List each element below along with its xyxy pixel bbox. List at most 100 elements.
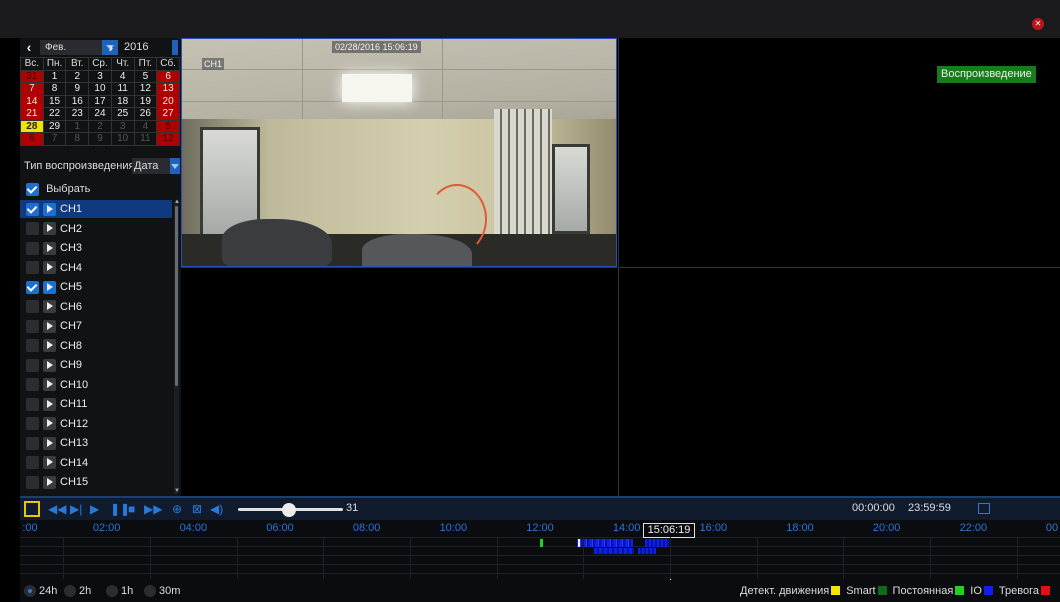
calendar-day[interactable]: 7 xyxy=(42,132,67,146)
step-forward-icon[interactable]: ▶| xyxy=(70,502,82,516)
calendar-day[interactable]: 1 xyxy=(42,69,67,83)
calendar-day[interactable]: 22 xyxy=(42,107,67,121)
checkbox-icon[interactable] xyxy=(26,182,39,196)
calendar-day[interactable]: 28 xyxy=(20,119,44,133)
radio-icon[interactable] xyxy=(64,585,76,598)
calendar-day[interactable]: 2 xyxy=(65,69,90,83)
calendar-day[interactable]: 4 xyxy=(133,119,158,133)
calendar-day[interactable]: 27 xyxy=(156,107,180,121)
year-input[interactable]: 2016 xyxy=(118,40,178,55)
radio-icon[interactable] xyxy=(24,585,36,598)
calendar-day[interactable]: 16 xyxy=(65,94,90,108)
calendar-day[interactable]: 24 xyxy=(88,107,112,121)
play-icon[interactable]: ▶ xyxy=(90,502,99,516)
next-month-icon[interactable]: › xyxy=(104,38,118,56)
calendar-day[interactable]: 23 xyxy=(65,107,90,121)
calendar-day[interactable]: 6 xyxy=(20,132,44,146)
video-tile-3[interactable] xyxy=(181,267,617,496)
zoom-icon[interactable]: ⊕ xyxy=(172,502,182,516)
calendar-day[interactable]: 19 xyxy=(133,94,158,108)
calendar-day[interactable]: 10 xyxy=(110,132,135,146)
channel-item[interactable]: CH11 xyxy=(20,395,172,413)
checkbox-icon[interactable] xyxy=(26,417,39,431)
rewind-icon[interactable]: ◀◀ xyxy=(48,502,66,516)
channel-scrollbar[interactable]: ▲ ▼ xyxy=(174,199,180,494)
scrollbar-thumb[interactable] xyxy=(175,206,178,386)
channel-item[interactable]: CH2 xyxy=(20,220,172,238)
calendar-day[interactable]: 12 xyxy=(156,132,180,146)
checkbox-icon[interactable] xyxy=(26,339,39,353)
calendar-day[interactable]: 2 xyxy=(88,119,112,133)
channel-item[interactable]: CH14 xyxy=(20,454,172,472)
year-spinner[interactable] xyxy=(172,40,178,55)
checkbox-icon[interactable] xyxy=(26,319,39,333)
play-icon[interactable] xyxy=(43,475,56,489)
prev-month-icon[interactable]: ‹ xyxy=(22,38,36,56)
play-icon[interactable] xyxy=(43,378,56,392)
calendar-day[interactable]: 31 xyxy=(20,69,44,83)
calendar-day[interactable]: 9 xyxy=(88,132,112,146)
calendar-day[interactable]: 18 xyxy=(110,94,135,108)
channel-item[interactable]: CH1 xyxy=(20,200,172,218)
channel-item[interactable]: CH7 xyxy=(20,317,172,335)
calendar-day[interactable]: 14 xyxy=(20,94,44,108)
channel-item[interactable]: CH5 xyxy=(20,278,172,296)
channel-item[interactable]: CH10 xyxy=(20,376,172,394)
volume-icon[interactable]: ◀) xyxy=(210,502,223,516)
calendar-day[interactable]: 17 xyxy=(88,94,112,108)
calendar-day[interactable]: 21 xyxy=(20,107,44,121)
calendar-day[interactable]: 15 xyxy=(42,94,67,108)
play-icon[interactable] xyxy=(43,241,56,255)
calendar-day[interactable]: 10 xyxy=(88,82,112,96)
scroll-up-icon[interactable]: ▲ xyxy=(174,199,180,205)
calendar-icon[interactable] xyxy=(978,503,990,514)
calendar-day[interactable]: 3 xyxy=(110,119,135,133)
zoom-option-24h[interactable]: 24h xyxy=(24,585,57,598)
calendar-day[interactable]: 1 xyxy=(65,119,90,133)
checkbox-icon[interactable] xyxy=(26,202,39,216)
checkbox-icon[interactable] xyxy=(26,475,39,489)
playback-button[interactable]: Воспроизведение xyxy=(937,66,1036,83)
calendar-day[interactable]: 5 xyxy=(133,69,158,83)
play-icon[interactable] xyxy=(43,339,56,353)
scroll-down-icon[interactable]: ▼ xyxy=(174,488,180,494)
clip-icon[interactable]: ⊠ xyxy=(192,502,202,516)
channel-item[interactable]: CH13 xyxy=(20,434,172,452)
start-time[interactable]: 00:00:00 xyxy=(852,502,895,514)
video-tile-2[interactable]: Воспроизведение xyxy=(618,38,1060,267)
calendar-day[interactable]: 7 xyxy=(20,82,44,96)
fast-forward-icon[interactable]: ▶▶ xyxy=(144,502,162,516)
channel-item[interactable]: CH9 xyxy=(20,356,172,374)
checkbox-icon[interactable] xyxy=(26,378,39,392)
calendar-day[interactable]: 11 xyxy=(110,82,135,96)
checkbox-icon[interactable] xyxy=(26,261,39,275)
calendar-day[interactable]: 29 xyxy=(42,119,67,133)
channel-item[interactable]: CH6 xyxy=(20,298,172,316)
play-icon[interactable] xyxy=(43,202,56,216)
calendar-day[interactable]: 20 xyxy=(156,94,180,108)
calendar-day[interactable]: 4 xyxy=(110,69,135,83)
select-all-checkbox[interactable]: Выбрать xyxy=(26,181,90,197)
play-icon[interactable] xyxy=(43,397,56,411)
calendar-day[interactable]: 6 xyxy=(156,69,180,83)
checkbox-icon[interactable] xyxy=(26,222,39,236)
checkbox-icon[interactable] xyxy=(26,397,39,411)
play-icon[interactable] xyxy=(43,261,56,275)
calendar-day[interactable]: 26 xyxy=(133,107,158,121)
calendar-day[interactable]: 12 xyxy=(133,82,158,96)
channel-item[interactable]: CH8 xyxy=(20,337,172,355)
zoom-option-30m[interactable]: 30m xyxy=(144,585,180,598)
checkbox-icon[interactable] xyxy=(26,241,39,255)
channel-item[interactable]: CH15 xyxy=(20,473,172,491)
calendar-day[interactable]: 5 xyxy=(156,119,180,133)
close-icon[interactable]: ✕ xyxy=(1032,18,1044,30)
zoom-option-2h[interactable]: 2h xyxy=(64,585,91,598)
channel-item[interactable]: CH4 xyxy=(20,259,172,277)
calendar-day[interactable]: 11 xyxy=(133,132,158,146)
calendar-day[interactable]: 8 xyxy=(42,82,67,96)
play-icon[interactable] xyxy=(43,319,56,333)
checkbox-icon[interactable] xyxy=(26,456,39,470)
playback-type-select[interactable]: Дата xyxy=(132,158,180,174)
checkbox-icon[interactable] xyxy=(26,358,39,372)
timeline[interactable]: 15:06:19 :00 02:00 04:00 06:00 08:00 10:00 12:… xyxy=(20,520,1060,580)
